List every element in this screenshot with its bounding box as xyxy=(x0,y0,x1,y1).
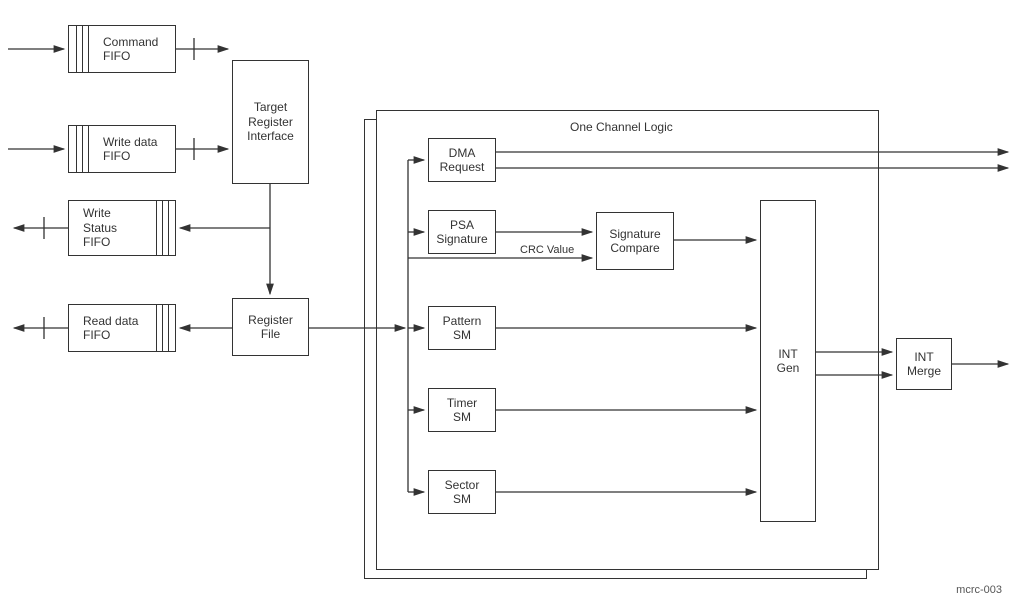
int-gen-label: INT Gen xyxy=(777,347,800,376)
write-data-fifo-label: Write data FIFO xyxy=(95,135,165,164)
block-diagram: One Channel Logic Command FIFO Write dat… xyxy=(0,0,1017,600)
sector-sm: Sector SM xyxy=(428,470,496,514)
psa-signature-label: PSA Signature xyxy=(436,218,487,247)
crc-value-label: CRC Value xyxy=(520,244,574,256)
write-status-fifo: Write Status FIFO xyxy=(68,200,176,256)
psa-signature: PSA Signature xyxy=(428,210,496,254)
dma-request: DMA Request xyxy=(428,138,496,182)
signature-compare: Signature Compare xyxy=(596,212,674,270)
signature-compare-label: Signature Compare xyxy=(609,227,660,256)
one-channel-label: One Channel Logic xyxy=(570,120,673,134)
int-gen: INT Gen xyxy=(760,200,816,522)
pattern-sm: Pattern SM xyxy=(428,306,496,350)
write-data-fifo: Write data FIFO xyxy=(68,125,176,173)
command-fifo-label: Command FIFO xyxy=(95,35,166,64)
timer-sm-label: Timer SM xyxy=(447,396,477,425)
int-merge: INT Merge xyxy=(896,338,952,390)
int-merge-label: INT Merge xyxy=(907,350,941,379)
timer-sm: Timer SM xyxy=(428,388,496,432)
target-register-interface-label: Target Register Interface xyxy=(247,100,294,143)
target-register-interface: Target Register Interface xyxy=(232,60,309,184)
sector-sm-label: Sector SM xyxy=(445,478,480,507)
read-data-fifo: Read data FIFO xyxy=(68,304,176,352)
dma-request-label: DMA Request xyxy=(440,146,485,175)
register-file-label: Register File xyxy=(248,313,293,342)
register-file: Register File xyxy=(232,298,309,356)
pattern-sm-label: Pattern SM xyxy=(443,314,482,343)
command-fifo: Command FIFO xyxy=(68,25,176,73)
read-data-fifo-label: Read data FIFO xyxy=(75,314,146,343)
figure-id: mcrc-003 xyxy=(956,584,1002,596)
write-status-fifo-label: Write Status FIFO xyxy=(75,206,125,249)
